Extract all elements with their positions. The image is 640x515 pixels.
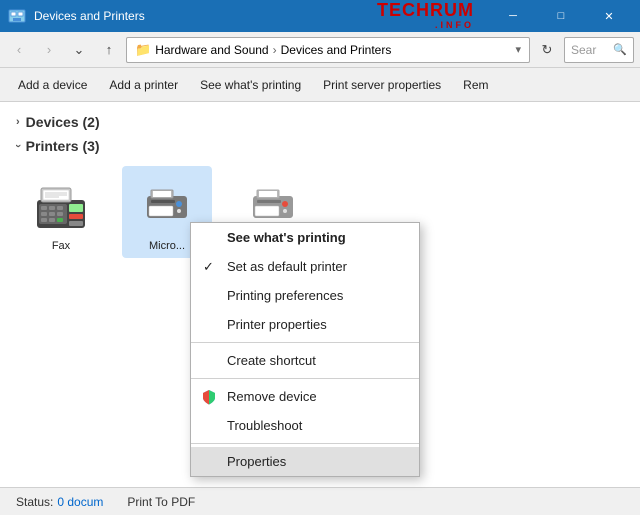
context-menu: See what's printing ✓ Set as default pri… xyxy=(190,222,420,477)
up-button[interactable]: ↑ xyxy=(96,37,122,63)
path-part2: Devices and Printers xyxy=(281,43,392,57)
menu-set-default[interactable]: ✓ Set as default printer xyxy=(191,252,419,281)
menu-set-default-label: Set as default printer xyxy=(227,259,347,274)
search-icon: 🔍 xyxy=(613,43,627,56)
microsoft-label: Micro... xyxy=(149,240,185,252)
devices-chevron-icon: › xyxy=(16,116,20,128)
menu-divider-2 xyxy=(191,378,419,379)
title-bar: Devices and Printers TECHRUM .INFO ─ □ ✕ xyxy=(0,0,640,32)
checkmark-icon: ✓ xyxy=(203,259,214,275)
watermark-info: .INFO xyxy=(377,21,474,31)
address-path[interactable]: 📁 Hardware and Sound › Devices and Print… xyxy=(126,37,530,63)
status-item: Status: 0 docum xyxy=(16,495,103,509)
devices-label: Devices (2) xyxy=(26,114,100,130)
menu-create-shortcut[interactable]: Create shortcut xyxy=(191,346,419,375)
menu-see-printing-label: See what's printing xyxy=(227,230,346,245)
print-server-button[interactable]: Print server properties xyxy=(313,74,451,96)
menu-troubleshoot-label: Troubleshoot xyxy=(227,418,302,433)
path-dropdown-icon: ▾ xyxy=(515,43,521,56)
menu-printer-props[interactable]: Printer properties xyxy=(191,310,419,339)
menu-remove-device[interactable]: Remove device xyxy=(191,382,419,411)
minimize-button[interactable]: ─ xyxy=(490,0,536,32)
menu-properties-label: Properties xyxy=(227,454,286,469)
add-printer-button[interactable]: Add a printer xyxy=(99,74,188,96)
maximize-button[interactable]: □ xyxy=(538,0,584,32)
see-whats-printing-button[interactable]: See what's printing xyxy=(190,74,311,96)
menu-see-printing[interactable]: See what's printing xyxy=(191,223,419,252)
fax-label: Fax xyxy=(52,240,70,252)
menu-divider-3 xyxy=(191,443,419,444)
add-device-button[interactable]: Add a device xyxy=(8,74,97,96)
path-separator1: › xyxy=(273,43,277,57)
status-value: 0 docum xyxy=(57,495,103,509)
devices-section-header[interactable]: › Devices (2) xyxy=(0,110,640,134)
menu-properties[interactable]: Properties xyxy=(191,447,419,476)
toolbar: Add a device Add a printer See what's pr… xyxy=(0,68,640,102)
window-controls: ─ □ ✕ xyxy=(490,0,632,32)
forward-button[interactable]: › xyxy=(36,37,62,63)
status-bar: Status: 0 docum Print To PDF xyxy=(0,487,640,515)
printers-label: Printers (3) xyxy=(26,138,100,154)
refresh-button[interactable]: ↻ xyxy=(534,37,560,63)
menu-remove-device-label: Remove device xyxy=(227,389,317,404)
watermark-text: TECHRUM xyxy=(377,1,474,21)
menu-create-shortcut-label: Create shortcut xyxy=(227,353,316,368)
close-button[interactable]: ✕ xyxy=(586,0,632,32)
window-icon xyxy=(8,7,26,25)
menu-printing-prefs[interactable]: Printing preferences xyxy=(191,281,419,310)
watermark: TECHRUM .INFO xyxy=(377,1,474,31)
menu-troubleshoot[interactable]: Troubleshoot xyxy=(191,411,419,440)
printer-fax[interactable]: Fax xyxy=(16,166,106,258)
dropdown-button[interactable]: ⌄ xyxy=(66,37,92,63)
window-title: Devices and Printers xyxy=(34,9,369,23)
status-label: Status: xyxy=(16,495,53,509)
search-box[interactable]: Sear 🔍 xyxy=(564,37,634,63)
menu-printer-props-label: Printer properties xyxy=(227,317,327,332)
printer-name-status: Print To PDF xyxy=(127,495,195,509)
menu-printing-prefs-label: Printing preferences xyxy=(227,288,343,303)
menu-divider-1 xyxy=(191,342,419,343)
back-button[interactable]: ‹ xyxy=(6,37,32,63)
path-part1: Hardware and Sound xyxy=(155,43,268,57)
remove-button[interactable]: Rem xyxy=(453,74,498,96)
printers-chevron-icon: › xyxy=(12,144,24,148)
fax-icon xyxy=(29,172,93,236)
main-content: › Devices (2) › Printers (3) xyxy=(0,102,640,515)
search-placeholder: Sear xyxy=(571,43,596,57)
shield-icon xyxy=(201,389,217,405)
printers-section-header[interactable]: › Printers (3) xyxy=(0,134,640,158)
address-bar: ‹ › ⌄ ↑ 📁 Hardware and Sound › Devices a… xyxy=(0,32,640,68)
